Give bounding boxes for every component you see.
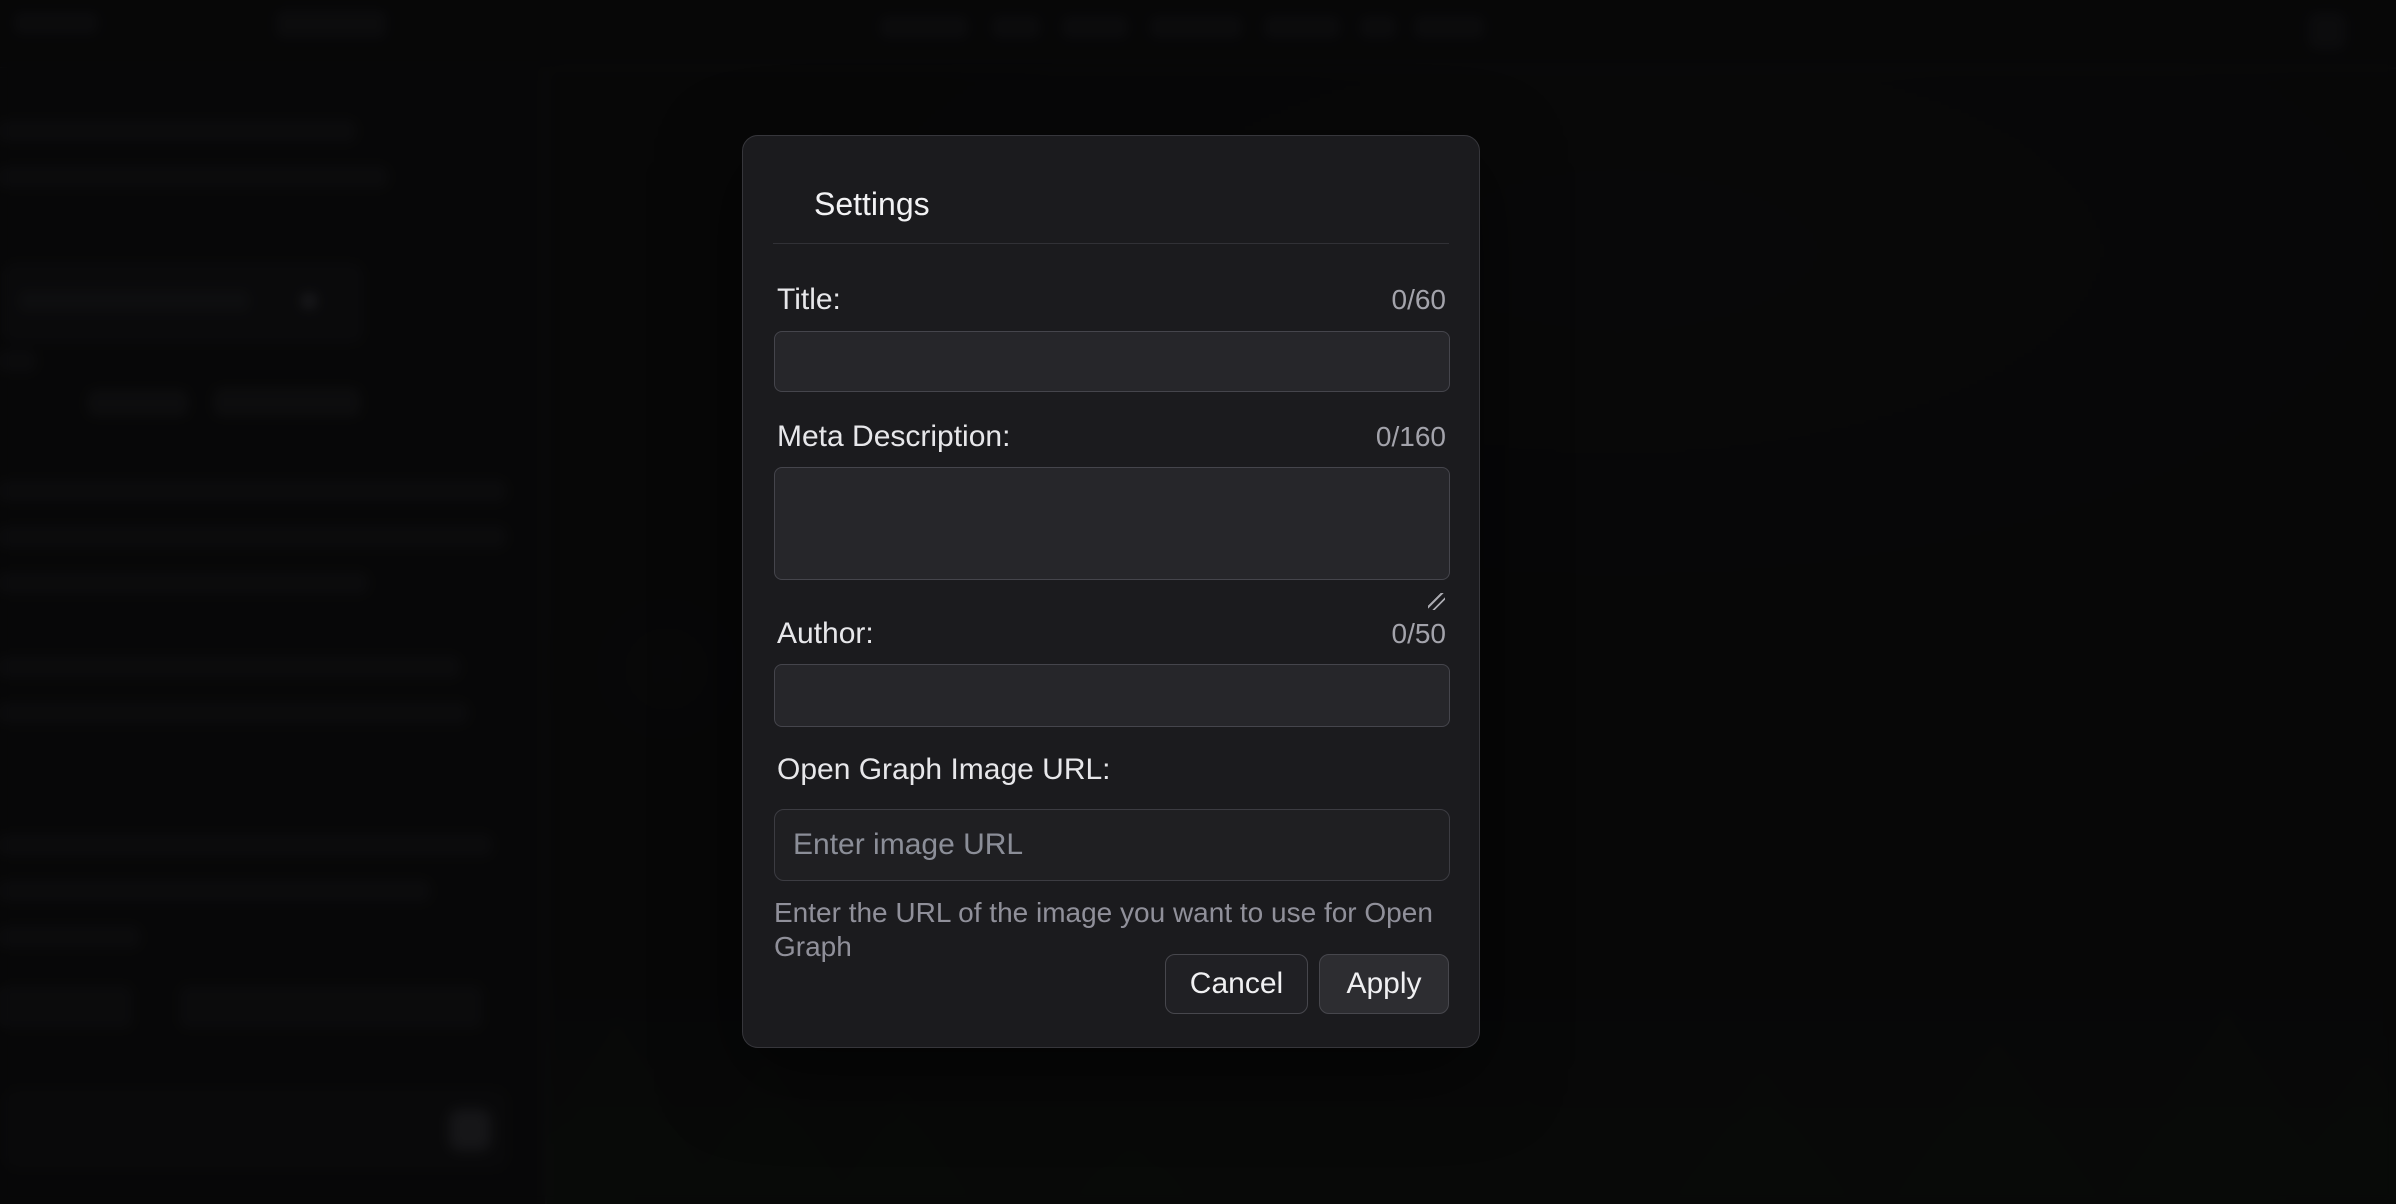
settings-dialog: Settings Title: 0/60 Meta Description: 0… bbox=[742, 135, 1480, 1048]
apply-button[interactable]: Apply bbox=[1319, 954, 1449, 1014]
cancel-button[interactable]: Cancel bbox=[1165, 954, 1308, 1014]
og-image-url-label: Open Graph Image URL: bbox=[777, 752, 1111, 788]
title-label: Title: bbox=[777, 282, 841, 318]
author-label: Author: bbox=[777, 616, 874, 652]
meta-description-char-counter: 0/160 bbox=[1376, 419, 1446, 455]
divider bbox=[773, 243, 1449, 244]
title-input[interactable] bbox=[774, 331, 1450, 392]
author-char-counter: 0/50 bbox=[1392, 616, 1447, 652]
title-char-counter: 0/60 bbox=[1392, 282, 1447, 318]
author-input[interactable] bbox=[774, 664, 1450, 727]
dialog-title: Settings bbox=[814, 184, 930, 224]
meta-description-label: Meta Description: bbox=[777, 419, 1010, 455]
meta-description-textarea[interactable] bbox=[774, 467, 1450, 580]
og-image-url-input[interactable] bbox=[774, 809, 1450, 881]
resize-handle-icon[interactable] bbox=[1428, 593, 1445, 610]
